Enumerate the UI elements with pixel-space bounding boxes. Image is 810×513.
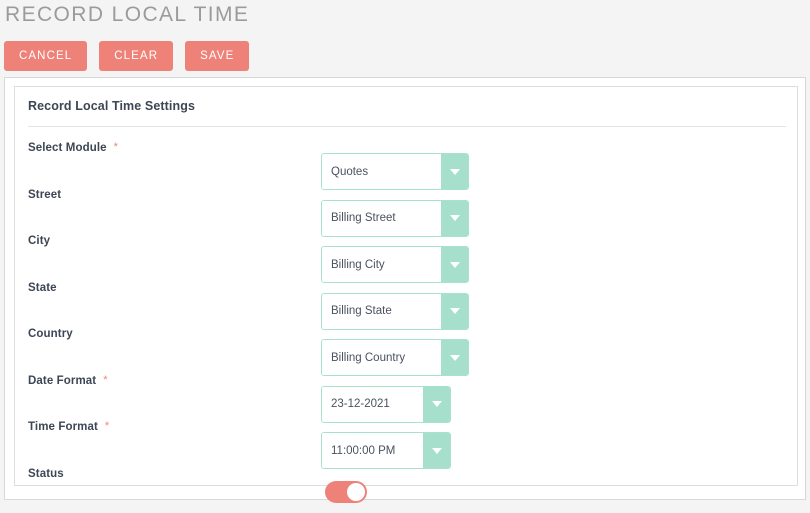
street-label-text: Street — [28, 188, 62, 201]
caret-glyph — [449, 354, 460, 361]
city-label: City — [28, 235, 50, 247]
settings-outer-panel: Record Local Time Settings Select Module… — [4, 77, 806, 503]
caret-glyph — [449, 168, 460, 175]
select-module-label: Select Module * — [28, 141, 119, 154]
save-button[interactable]: SAVE — [185, 41, 250, 71]
date-format-label-text: Date Format — [28, 374, 97, 387]
date-format-label: Date Format * — [28, 373, 108, 387]
caret-glyph — [431, 447, 442, 454]
card-divider — [28, 126, 786, 127]
caret-glyph — [449, 308, 460, 314]
state-label-text: State — [28, 281, 57, 294]
country-label-text: Country — [28, 328, 73, 340]
form-row-time-format: Time Format * 11:00:00 PM — [15, 412, 797, 469]
settings-form: Select Module * Quotes Street Billing Street… — [15, 133, 797, 505]
caret-glyph — [431, 401, 442, 407]
record-local-time-settings-card: Record Local Time Settings Select Module… — [14, 86, 798, 503]
street-label: Street — [28, 189, 61, 201]
form-row-country: Country Billing Country — [15, 319, 797, 376]
caret-glyph — [449, 215, 460, 221]
action-button-bar: CANCEL CLEAR SAVE — [4, 41, 250, 71]
card-heading: Record Local Time Settings — [28, 99, 195, 113]
toggle-knob — [347, 482, 365, 501]
caret-glyph — [449, 261, 460, 268]
clear-button[interactable]: CLEAR — [99, 41, 174, 71]
time-format-label: Time Format * — [28, 420, 110, 433]
state-label: State — [28, 282, 57, 294]
form-row-status: Status — [15, 459, 797, 506]
form-row-state: State Billing State — [15, 273, 797, 330]
city-label-text: City — [28, 235, 51, 247]
cancel-button[interactable]: CANCEL — [4, 41, 88, 71]
status-label: Status — [28, 468, 64, 480]
form-row-date-format: Date Format * 23-12-2021 — [15, 366, 797, 423]
time-format-required-asterisk: * — [104, 420, 110, 432]
status-label-text: Status — [28, 467, 64, 480]
country-label: Country — [28, 328, 73, 340]
form-row-street: Street Billing Street — [15, 180, 797, 237]
select-module-required-asterisk: * — [113, 141, 119, 153]
select-module-label-text: Select Module — [28, 142, 107, 154]
status-toggle[interactable] — [325, 480, 367, 503]
time-format-label-text: Time Format — [28, 421, 98, 433]
form-row-select-module: Select Module * Quotes — [15, 133, 797, 190]
form-row-city: City Billing City — [15, 226, 797, 283]
date-format-required-asterisk: * — [103, 373, 108, 386]
page-title: RECORD LOCAL TIME — [5, 3, 250, 26]
